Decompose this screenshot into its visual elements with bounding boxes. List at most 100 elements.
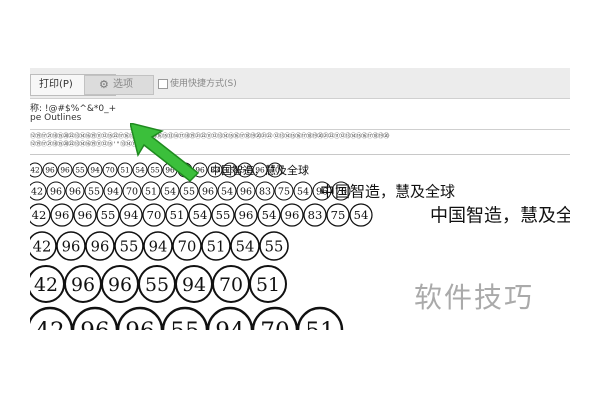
svg-text:96: 96: [240, 186, 252, 197]
svg-text:94: 94: [124, 208, 139, 222]
svg-text:55: 55: [265, 238, 284, 255]
svg-text:96: 96: [62, 238, 81, 255]
svg-text:54: 54: [354, 208, 369, 222]
svg-text:70: 70: [147, 208, 162, 222]
circled-number: 94: [87, 162, 103, 178]
svg-text:55: 55: [145, 274, 169, 296]
circled-number: 55: [114, 231, 144, 261]
circled-number: 96: [101, 265, 139, 303]
circled-number: 96: [236, 181, 256, 201]
circled-number: 42: [30, 162, 43, 178]
circled-number: 55: [84, 181, 104, 201]
svg-text:94: 94: [149, 238, 168, 255]
svg-text:42: 42: [30, 166, 39, 175]
svg-text:55: 55: [120, 238, 139, 255]
circled-number: 94: [103, 181, 123, 201]
svg-text:96: 96: [125, 318, 154, 330]
circled-number: 55: [72, 162, 88, 178]
circled-number: 54: [230, 231, 260, 261]
svg-text:51: 51: [207, 238, 226, 255]
circled-number: 96: [65, 181, 85, 201]
circled-number: 83: [303, 203, 327, 227]
svg-text:42: 42: [35, 318, 64, 330]
circled-number: 54: [188, 203, 212, 227]
circled-number: 96: [57, 162, 73, 178]
svg-text:75: 75: [331, 208, 346, 222]
circled-number: 96: [50, 203, 74, 227]
svg-text:96: 96: [78, 208, 93, 222]
circled-number: 75: [326, 203, 350, 227]
circled-number: 96: [73, 203, 97, 227]
svg-text:94: 94: [107, 186, 119, 197]
circled-number: 96: [85, 231, 115, 261]
sample-chinese-text: 中国智造，慧及全球: [320, 182, 455, 200]
circled-number: 51: [296, 306, 344, 330]
svg-text:51: 51: [256, 274, 280, 296]
green-arrow-icon: [130, 123, 200, 182]
circled-number: 96: [46, 181, 66, 201]
svg-text:55: 55: [170, 318, 199, 330]
gear-icon: ⚙: [99, 78, 109, 91]
svg-text:83: 83: [259, 186, 271, 197]
options-label: 选项: [113, 79, 133, 90]
circled-number: 70: [251, 306, 299, 330]
svg-text:96: 96: [285, 208, 300, 222]
circled-number: 70: [212, 265, 250, 303]
divider: [30, 154, 570, 155]
circled-number: 51: [249, 265, 287, 303]
svg-text:96: 96: [80, 318, 109, 330]
circled-number: 96: [64, 265, 102, 303]
circled-number: 54: [257, 203, 281, 227]
svg-text:94: 94: [90, 166, 100, 175]
circled-number: 83: [255, 181, 275, 201]
circled-number: 96: [116, 306, 164, 330]
circled-number: 54: [293, 181, 313, 201]
svg-text:96: 96: [108, 274, 132, 296]
svg-text:55: 55: [101, 208, 116, 222]
circled-number: 96: [280, 203, 304, 227]
circled-number: 70: [142, 203, 166, 227]
circled-number: 96: [56, 231, 86, 261]
shortcut-checkbox[interactable]: [158, 79, 168, 89]
svg-text:55: 55: [75, 166, 85, 175]
circled-number: 55: [211, 203, 235, 227]
circled-number: 70: [172, 231, 202, 261]
svg-text:70: 70: [178, 238, 197, 255]
circled-number: 42: [30, 265, 65, 303]
circled-number: 42: [30, 231, 57, 261]
circled-number: 54: [349, 203, 373, 227]
svg-text:70: 70: [105, 166, 115, 175]
watermark-text: 软件技巧: [414, 281, 535, 314]
circled-number: 94: [119, 203, 143, 227]
font-info-area: 称: !@#$%^&*0_+ pe Outlines: [30, 99, 570, 130]
circled-number: 55: [161, 306, 209, 330]
circled-number: 96: [42, 162, 58, 178]
svg-text:83: 83: [308, 208, 323, 222]
circled-number: 75: [274, 181, 294, 201]
circled-number: 55: [138, 265, 176, 303]
svg-text:96: 96: [45, 166, 55, 175]
circled-number: 42: [30, 306, 74, 330]
svg-text:96: 96: [60, 166, 70, 175]
glyph-strip-2: ⑫⑲⑰㉑⑱⑮⑳㉒⑬⑭⑯⑲⑪⑫⑮ ' " ⑬⑭⑪⑫⑳⑯: [30, 141, 154, 148]
font-type-line: pe Outlines: [30, 113, 82, 123]
svg-text:94: 94: [215, 318, 244, 330]
toolbar: 打印(P) ⚙ 选项 使用快捷方式(S): [30, 68, 570, 99]
svg-text:96: 96: [69, 186, 81, 197]
options-button[interactable]: ⚙ 选项: [84, 75, 154, 95]
svg-text:96: 96: [91, 238, 110, 255]
svg-text:51: 51: [305, 318, 334, 330]
svg-text:70: 70: [219, 274, 243, 296]
svg-text:70: 70: [260, 318, 289, 330]
circled-number: 94: [206, 306, 254, 330]
circled-number: 55: [259, 231, 289, 261]
svg-text:54: 54: [297, 186, 309, 197]
svg-text:54: 54: [236, 238, 255, 255]
svg-text:55: 55: [216, 208, 231, 222]
svg-text:55: 55: [88, 186, 100, 197]
circled-number: 42: [30, 203, 51, 227]
svg-text:42: 42: [32, 208, 47, 222]
svg-text:51: 51: [170, 208, 185, 222]
shortcut-checkbox-label: 使用快捷方式(S): [170, 79, 237, 89]
svg-text:42: 42: [33, 238, 52, 255]
